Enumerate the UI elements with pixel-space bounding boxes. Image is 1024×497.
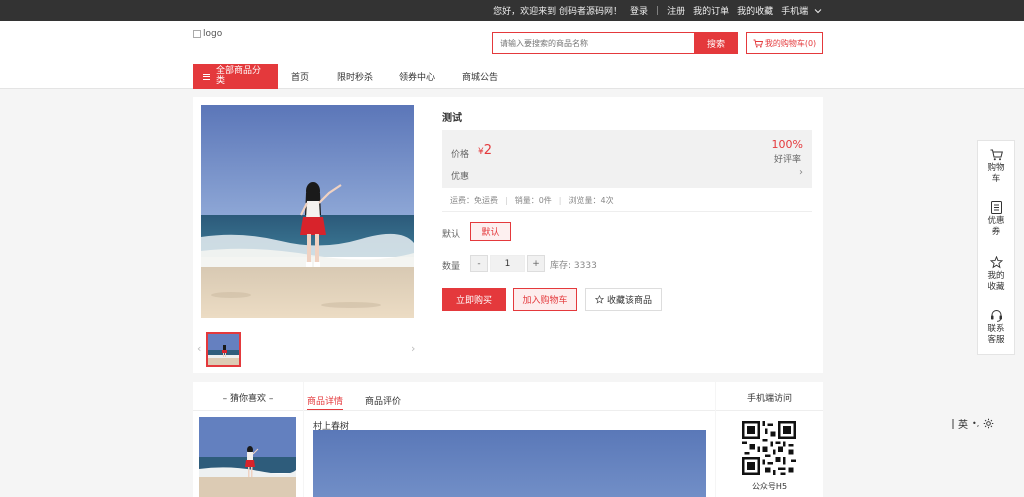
price-value: ¥2	[478, 143, 493, 158]
nav-flash-sale[interactable]: 限时秒杀	[337, 64, 373, 89]
beach-thumbnail	[208, 334, 239, 365]
separator: |	[656, 5, 660, 16]
thumb-prev-arrow[interactable]: ‹	[197, 342, 201, 355]
greeting-text: 您好，欢迎来到 创码者源码网！	[493, 7, 622, 17]
sidebar-item-label: 联系	[987, 324, 1005, 334]
quantity-plus-button[interactable]: +	[527, 255, 545, 272]
search-button[interactable]: 搜索	[694, 32, 738, 54]
divider	[304, 410, 715, 411]
quantity-input[interactable]	[490, 255, 525, 272]
nav-coupon-center[interactable]: 领券中心	[399, 64, 435, 89]
divider	[193, 410, 303, 411]
top-links: 您好，欢迎来到 创码者源码网！ 登录 | 注册 我的订单 我的收藏 手机端	[485, 0, 822, 21]
sidebar-item-label: 券	[991, 226, 1001, 237]
mobile-access-panel: 手机端访问 公众号H5	[716, 382, 823, 497]
sidebar-item-label: 购物	[987, 163, 1005, 173]
promo-chevron-icon[interactable]: ›	[799, 167, 803, 178]
quantity-minus-button[interactable]: -	[470, 255, 488, 272]
ime-language-toggle[interactable]: 英	[958, 416, 968, 431]
qr-caption: 公众号H5	[751, 482, 788, 491]
headset-icon	[990, 310, 1002, 322]
shipping-text: 运费：免运费	[450, 196, 498, 205]
detail-image	[313, 430, 706, 497]
sidebar-item-customer-service[interactable]: 联系 客服	[978, 309, 1014, 345]
beach-photo-small	[199, 417, 296, 497]
product-title: 测试	[442, 113, 462, 124]
floating-sidebar: 购物 车 优惠 券 我的 收藏 联系 客服	[977, 140, 1015, 355]
mobile-link[interactable]: 手机端	[781, 4, 822, 17]
nav-bar: 全部商品分类 首页 限时秒杀 领券中心 商城公告	[0, 64, 1024, 89]
tab-product-reviews[interactable]: 商品评价	[365, 394, 401, 407]
guess-you-like-panel: – 猜你喜欢 –	[193, 382, 303, 497]
my-orders-link[interactable]: 我的订单	[693, 4, 729, 17]
sidebar-item-favorites[interactable]: 我的 收藏	[978, 256, 1014, 292]
favorite-label: 收藏该商品	[606, 296, 652, 306]
favorite-product-button[interactable]: 收藏该商品	[585, 288, 662, 311]
guess-title: – 猜你喜欢 –	[222, 394, 274, 404]
quantity-label: 数量	[442, 262, 461, 272]
rating-value: 100%	[771, 138, 803, 151]
rating-label: 好评率	[773, 155, 801, 165]
sidebar-item-label: 收藏	[987, 281, 1005, 292]
ime-handle[interactable]	[952, 418, 954, 429]
sidebar-item-label: 优惠	[987, 216, 1005, 226]
my-cart-button[interactable]: 我的购物车(0)	[746, 32, 823, 54]
mobile-access-title: 手机端访问	[746, 394, 792, 404]
my-cart-label: 我的购物车(0)	[764, 38, 817, 48]
nav-announcements[interactable]: 商城公告	[462, 64, 498, 89]
price-box: 价格 ¥2 100% 好评率 优惠 ›	[442, 130, 812, 188]
top-bar: 您好，欢迎来到 创码者源码网！ 登录 | 注册 我的订单 我的收藏 手机端	[0, 0, 1024, 21]
nav-home[interactable]: 首页	[291, 64, 309, 89]
add-to-cart-button[interactable]: 加入购物车	[513, 288, 577, 311]
product-main-image	[201, 105, 414, 318]
product-detail-panel: 商品详情 商品评价 村上春树	[304, 382, 715, 497]
divider	[716, 410, 823, 411]
star-icon	[989, 256, 1003, 269]
gear-icon[interactable]	[983, 418, 994, 429]
header: logo 搜索 我的购物车(0)	[0, 21, 1024, 64]
chevron-down-icon	[814, 9, 822, 14]
views-text: 浏览量：4次	[568, 196, 614, 205]
logo-alt-text: logo	[203, 29, 223, 39]
sidebar-item-label: 车	[991, 173, 1001, 184]
sidebar-item-label: 我的	[987, 271, 1005, 281]
menu-icon	[203, 73, 210, 80]
spec-label: 默认	[442, 230, 461, 240]
recommended-product-image[interactable]	[199, 417, 296, 497]
star-icon	[594, 295, 604, 304]
sidebar-item-label: 客服	[987, 334, 1005, 345]
all-categories-label: 全部商品分类	[216, 65, 262, 86]
promo-label: 优惠	[451, 172, 470, 182]
login-link[interactable]: 登录	[630, 4, 648, 17]
divider	[442, 211, 812, 212]
price-label: 价格	[451, 150, 470, 160]
beach-photo	[201, 105, 414, 318]
all-categories-button[interactable]: 全部商品分类	[193, 64, 278, 89]
stock-text: 库存: 3333	[550, 261, 597, 271]
product-stats: 运费：免运费 | 销量：0件 | 浏览量：4次	[450, 196, 614, 205]
product-thumbnail[interactable]	[206, 332, 241, 367]
my-favorites-link[interactable]: 我的收藏	[737, 4, 773, 17]
sidebar-item-cart[interactable]: 购物 车	[978, 149, 1014, 184]
qr-code-icon	[742, 421, 796, 475]
tab-product-details[interactable]: 商品详情	[307, 394, 344, 411]
cart-icon	[753, 39, 763, 47]
cart-icon	[990, 149, 1003, 161]
register-link[interactable]: 注册	[667, 4, 685, 17]
spec-option-default[interactable]: 默认	[470, 222, 511, 241]
buy-now-button[interactable]: 立即购买	[442, 288, 506, 311]
coupon-icon	[990, 201, 1002, 214]
ime-toolbar: 英 •,	[952, 416, 994, 431]
broken-image-icon	[193, 30, 201, 38]
logo[interactable]: logo	[193, 29, 222, 39]
product-panel: ‹ › 测试 价格 ¥2 100% 好评率 优惠 › 运费：免运费 | 销量：0件 |…	[193, 97, 823, 373]
sidebar-item-coupons[interactable]: 优惠 券	[978, 201, 1014, 237]
ime-punctuation-toggle[interactable]: •,	[972, 419, 979, 428]
search-input[interactable]	[493, 33, 693, 53]
thumb-next-arrow[interactable]: ›	[411, 342, 415, 355]
sales-text: 销量：0件	[514, 196, 552, 205]
